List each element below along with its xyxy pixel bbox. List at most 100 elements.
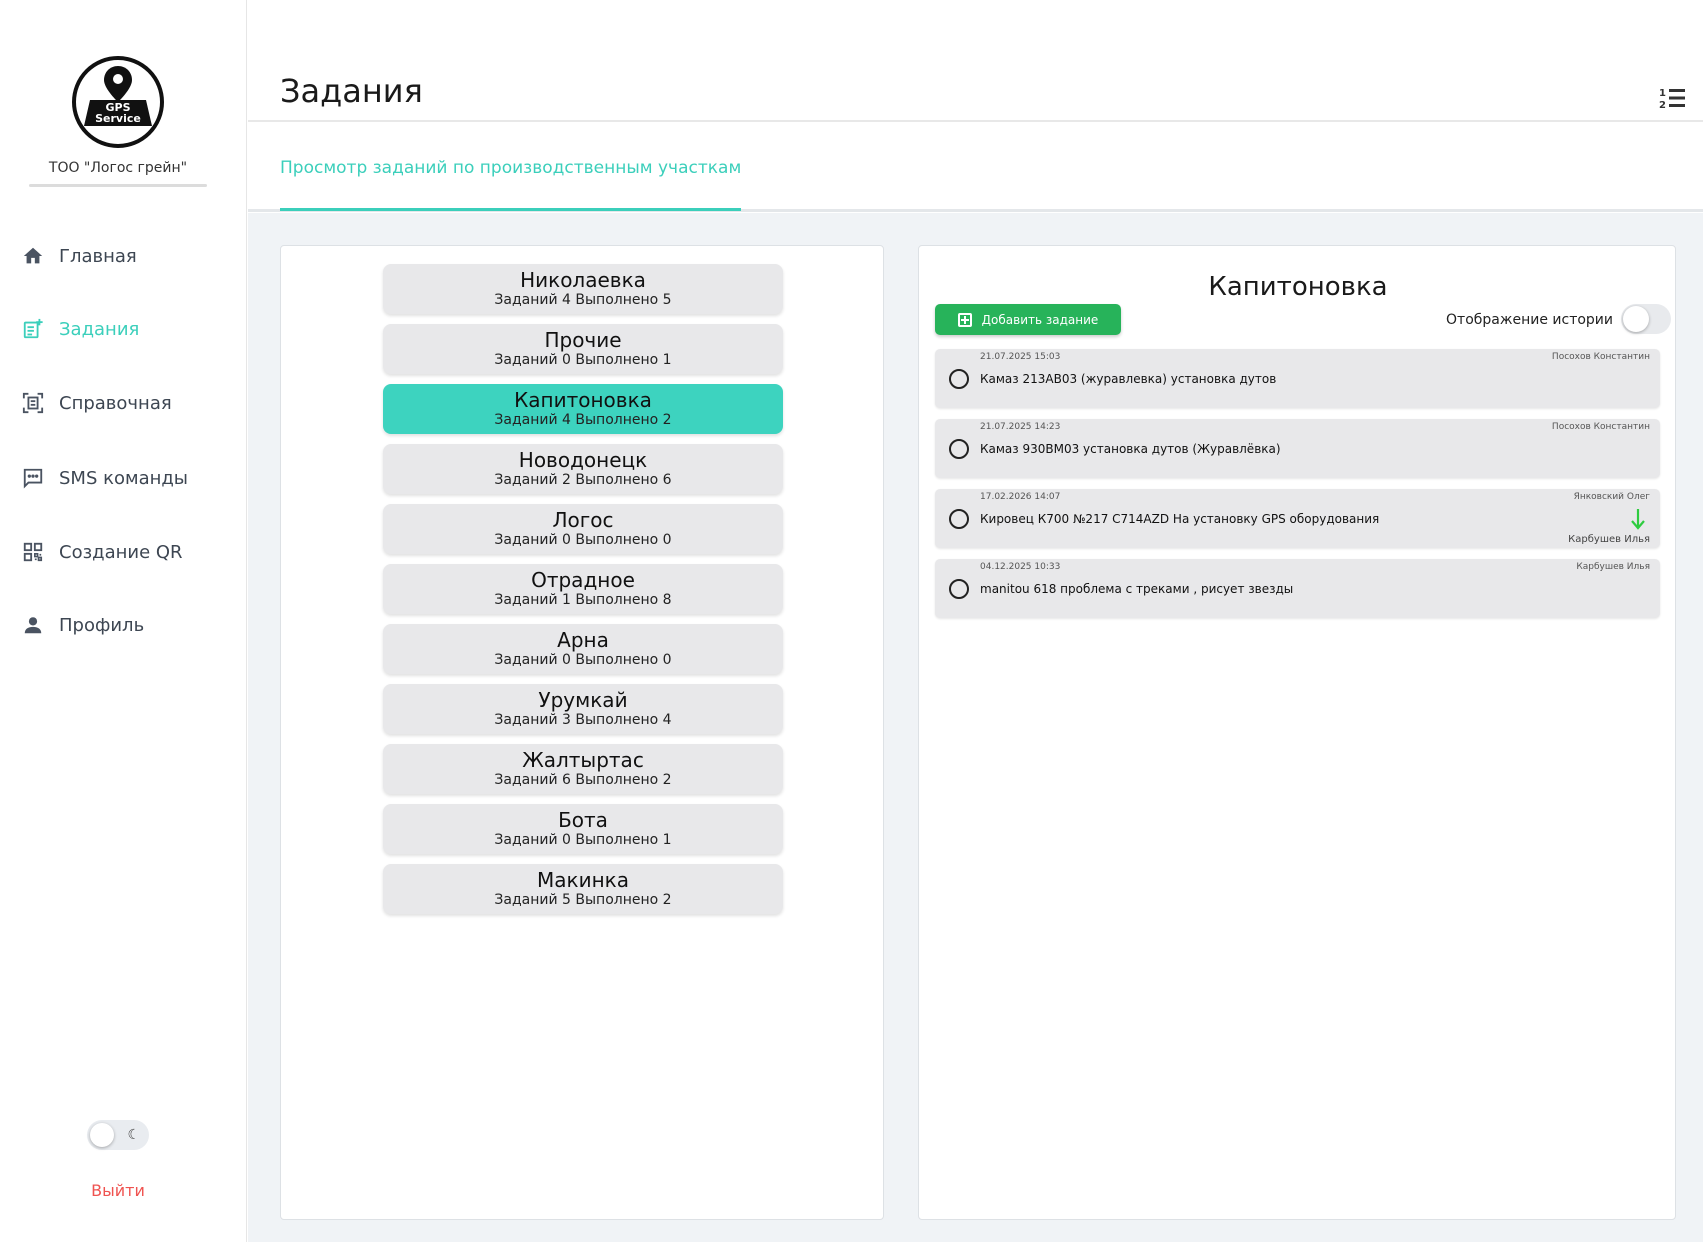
task-author: Посохов Константин — [1551, 422, 1650, 432]
company-divider — [29, 184, 207, 187]
task-author: Янковский Олег — [1573, 492, 1650, 502]
sidebar-item-label: SMS команды — [59, 467, 189, 489]
location-name: Бота — [558, 808, 608, 832]
location-button[interactable]: Арна Заданий 0 Выполнено 0 — [383, 624, 783, 674]
location-stats: Заданий 2 Выполнено 6 — [494, 472, 672, 488]
main-content: Николаевка Заданий 4 Выполнено 5 Прочие … — [248, 213, 1703, 1242]
task-author: Карбушев Илья — [1576, 562, 1650, 572]
location-button[interactable]: Макинка Заданий 5 Выполнено 2 — [383, 864, 783, 914]
location-button[interactable]: Бота Заданий 0 Выполнено 1 — [383, 804, 783, 854]
reference-icon — [22, 392, 44, 414]
history-label: Отображение истории — [1446, 312, 1613, 328]
location-title: Капитоновка — [1208, 272, 1388, 302]
sub-navigation: Просмотр заданий по производственным уча… — [248, 124, 1703, 212]
task-card[interactable]: 21.07.2025 15:03 Посохов Константин Кама… — [935, 349, 1660, 408]
location-stats: Заданий 0 Выполнено 0 — [494, 652, 672, 668]
task-text: Камаз 930ВМ03 установка дутов (Журавлёвк… — [980, 442, 1281, 456]
sidebar: GPS Service ТОО "Логос грейн" Главная За… — [0, 0, 247, 1242]
sidebar-item-label: Профиль — [59, 614, 145, 636]
location-stats: Заданий 3 Выполнено 4 — [494, 712, 672, 728]
location-name: Капитоновка — [514, 388, 652, 412]
location-button[interactable]: Прочие Заданий 0 Выполнено 1 — [383, 324, 783, 374]
sidebar-item-profile[interactable]: Профиль — [22, 610, 144, 640]
toggle-knob — [1623, 306, 1649, 332]
page-title: Задания — [280, 72, 423, 110]
task-date: 17.02.2026 14:07 — [980, 492, 1061, 502]
location-stats: Заданий 4 Выполнено 2 — [494, 412, 672, 428]
task-date: 04.12.2025 10:33 — [980, 562, 1061, 572]
sidebar-item-tasks[interactable]: Задания — [22, 314, 139, 344]
task-complete-radio[interactable] — [949, 509, 969, 529]
sidebar-item-label: Создание QR — [59, 541, 183, 563]
task-complete-radio[interactable] — [949, 369, 969, 389]
location-button[interactable]: Николаевка Заданий 4 Выполнено 5 — [383, 264, 783, 314]
home-icon — [22, 245, 44, 267]
location-stats: Заданий 0 Выполнено 1 — [494, 352, 672, 368]
task-text: Камаз 213АВ03 (журавлевка) установка дут… — [980, 372, 1277, 386]
locations-panel: Николаевка Заданий 4 Выполнено 5 Прочие … — [280, 245, 884, 1220]
page-header: Задания 1 2 — [248, 0, 1703, 122]
task-date: 21.07.2025 15:03 — [980, 352, 1061, 362]
location-name: Жалтыртас — [522, 748, 644, 772]
task-text: Кировец К700 №217 C714AZD На установку G… — [980, 512, 1380, 526]
profile-icon — [22, 614, 44, 636]
task-card[interactable]: 21.07.2025 14:23 Посохов Константин Кама… — [935, 419, 1660, 478]
location-name: Новодонецк — [518, 448, 648, 472]
svg-text:1: 1 — [1659, 88, 1666, 99]
logo-text-service: Service — [95, 112, 141, 125]
sidebar-item-home[interactable]: Главная — [22, 241, 137, 271]
sidebar-item-label: Задания — [59, 318, 140, 340]
location-button[interactable]: Отрадное Заданий 1 Выполнено 8 — [383, 564, 783, 614]
task-date: 21.07.2025 14:23 — [980, 422, 1061, 432]
add-task-label: Добавить задание — [981, 312, 1099, 327]
location-name: Урумкай — [538, 688, 628, 712]
tab-tasks-by-section[interactable]: Просмотр заданий по производственным уча… — [280, 158, 742, 211]
task-complete-radio[interactable] — [949, 439, 969, 459]
location-button[interactable]: Новодонецк Заданий 2 Выполнено 6 — [383, 444, 783, 494]
task-assignee: Карбушев Илья — [1568, 534, 1650, 545]
svg-text:2: 2 — [1659, 100, 1666, 110]
task-add-icon — [22, 318, 44, 340]
location-stats: Заданий 4 Выполнено 5 — [494, 292, 672, 308]
history-toggle[interactable] — [1621, 304, 1671, 334]
company-name: ТОО "Логос грейн" — [48, 160, 188, 176]
add-task-button[interactable]: Добавить задание — [935, 304, 1121, 335]
qr-icon — [22, 541, 44, 563]
location-button[interactable]: Логос Заданий 0 Выполнено 0 — [383, 504, 783, 554]
task-card[interactable]: 17.02.2026 14:07 Янковский Олег Кировец … — [935, 489, 1660, 548]
tasks-panel: Капитоновка Добавить задание Отображение… — [918, 245, 1676, 1220]
location-button[interactable]: Жалтыртас Заданий 6 Выполнено 2 — [383, 744, 783, 794]
sidebar-item-label: Главная — [59, 245, 137, 267]
location-stats: Заданий 0 Выполнено 0 — [494, 532, 672, 548]
numbered-list-icon[interactable]: 1 2 — [1659, 86, 1685, 110]
sidebar-item-sms[interactable]: SMS команды — [22, 463, 188, 493]
location-stats: Заданий 1 Выполнено 8 — [494, 592, 672, 608]
task-complete-radio[interactable] — [949, 579, 969, 599]
arrow-down-icon — [1631, 509, 1645, 530]
location-stats: Заданий 5 Выполнено 2 — [494, 892, 672, 908]
task-text: manitou 618 проблема с треками , рисует … — [980, 582, 1294, 596]
moon-icon: ☾ — [127, 1127, 140, 1143]
task-author: Посохов Константин — [1551, 352, 1650, 362]
sms-icon — [22, 467, 44, 489]
logout-link[interactable]: Выйти — [60, 1181, 176, 1200]
theme-toggle[interactable]: ☾ — [87, 1120, 149, 1150]
sidebar-item-reference[interactable]: Справочная — [22, 388, 172, 418]
map-pin-logo-icon: GPS Service — [84, 66, 152, 126]
location-button[interactable]: Урумкай Заданий 3 Выполнено 4 — [383, 684, 783, 734]
sidebar-item-label: Справочная — [59, 392, 172, 414]
location-stats: Заданий 6 Выполнено 2 — [494, 772, 672, 788]
location-name: Прочие — [544, 328, 622, 352]
location-stats: Заданий 0 Выполнено 1 — [494, 832, 672, 848]
location-name: Отрадное — [531, 568, 635, 592]
location-name: Арна — [557, 628, 609, 652]
task-card[interactable]: 04.12.2025 10:33 Карбушев Илья manitou 6… — [935, 559, 1660, 618]
gps-service-logo: GPS Service — [72, 56, 164, 148]
location-name: Макинка — [536, 868, 629, 892]
location-name: Николаевка — [520, 268, 646, 292]
location-name: Логос — [552, 508, 614, 532]
plus-box-icon — [957, 312, 972, 327]
sidebar-item-qr[interactable]: Создание QR — [22, 537, 183, 567]
toggle-knob — [90, 1123, 114, 1147]
location-button-selected[interactable]: Капитоновка Заданий 4 Выполнено 2 — [383, 384, 783, 434]
